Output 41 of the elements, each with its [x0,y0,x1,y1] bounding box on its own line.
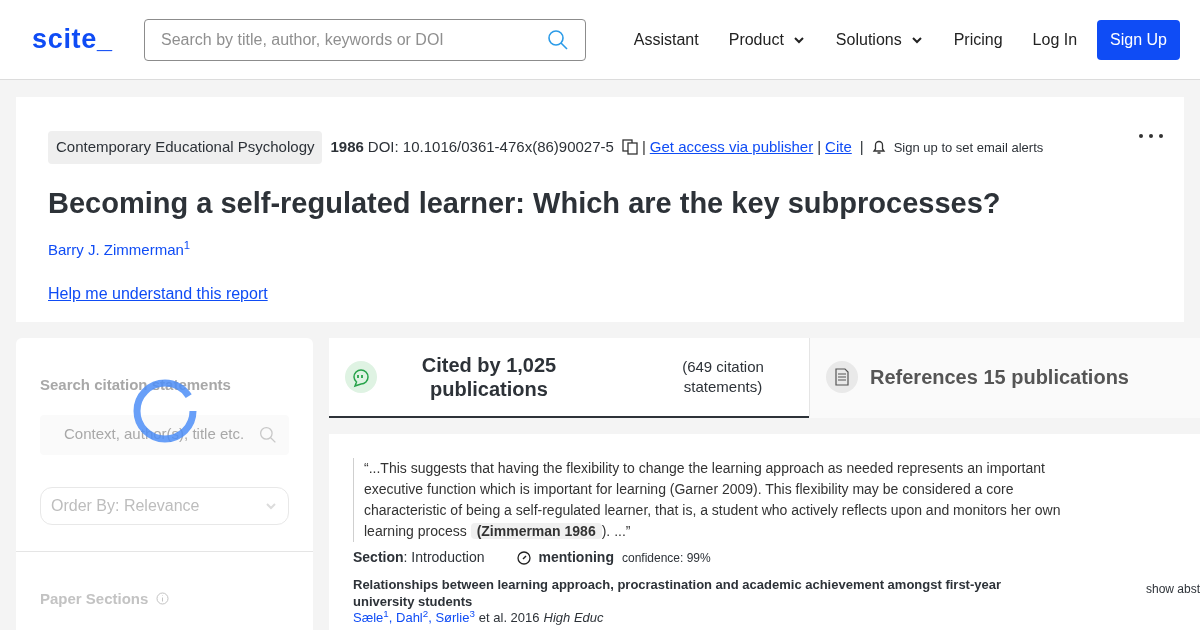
compass-icon [516,550,531,565]
search-field[interactable]: Search by title, author, keywords or DOI [144,18,586,61]
search-icon [547,28,569,51]
speech-bubble-icon [345,361,377,393]
email-alerts-link[interactable]: Sign up to set email alerts [893,137,1044,157]
nav-link[interactable]: Assistant [633,27,699,52]
publication-meta: et al. 2016 [478,610,540,625]
access-link[interactable]: Get access via publisher [649,136,814,159]
journal-tag[interactable]: Contemporary Educational Psychology [48,131,323,164]
search-icon [259,425,277,444]
more-options-icon[interactable] [1138,133,1164,139]
cite-link[interactable]: Cite [825,136,852,159]
bell-icon [871,139,886,156]
search-input[interactable]: Search by title, author, keywords or DOI [161,27,547,52]
year: 1986 [330,137,364,157]
section-text: Section: Introduction [353,548,485,567]
confidence-text: confidence: 99% [621,549,711,567]
help-link[interactable]: Help me understand this report [48,281,268,306]
citation-quote: “...This suggests that having the flexibility to change the learning approach as needed represents an important executive function which is important for learning (Garner 2009). This flexibility may be considered a core characteristic of being a self-regulated learner, that is, a student who actively reflects upon and monitors her own learning process (Zimmerman 1986 ). ...” [353,458,1073,542]
tab[interactable]: Cited by 1,025 publications (649 citation statements) [329,338,809,418]
copy-icon[interactable] [621,139,638,156]
journal-name: High Educ [543,610,604,625]
sign-up-button[interactable]: Sign Up [1097,19,1180,60]
paper-sections-label: Paper Sections [40,588,149,609]
logo[interactable]: scite_ [32,19,144,60]
author-link[interactable]: Barry J. Zimmerman$^{1}$ [48,241,191,258]
doi-text: DOI: 10.1016/0361-476x(86)90027-5 [367,137,614,157]
citing-authors-link[interactable]: Sæle$^{1}$, Dahl$^{2}$, Sørlie$^{3}$ [353,610,475,625]
separator: | [641,137,646,157]
nav-link[interactable]: Solutions [835,27,924,52]
nav-link[interactable]: Pricing [953,27,1003,52]
separator: | [817,137,822,157]
separator: | [859,137,864,157]
tab[interactable]: References 15 publications [809,338,1200,418]
info-icon [156,592,170,606]
show-abstract-link[interactable]: show abst [1145,580,1200,598]
nav-link[interactable]: Log In [1032,27,1078,52]
paper-title: Becoming a self-regulated learner: Which are the key subprocesses? [48,185,1002,221]
nav-link[interactable]: Product [728,27,806,52]
document-icon [826,361,858,393]
citation-type: mentioning [538,548,614,567]
